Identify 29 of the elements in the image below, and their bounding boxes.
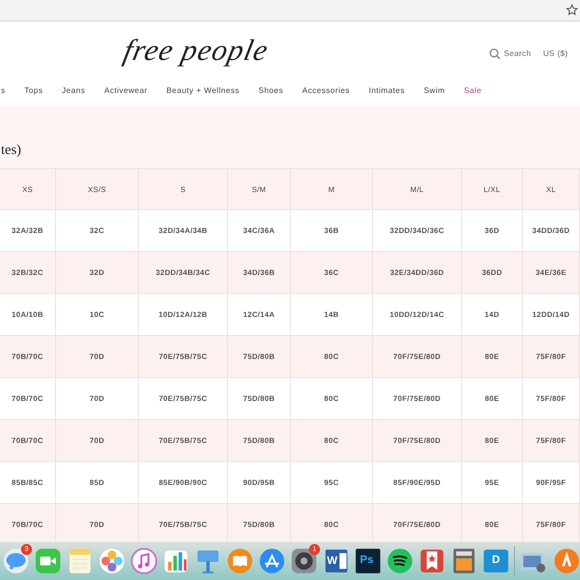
currency-selector[interactable]: US ($) [543, 48, 568, 58]
nav-link[interactable]: Accessories [302, 86, 350, 94]
nav-link[interactable]: Shoes [258, 86, 284, 94]
nav-link[interactable]: Sale [464, 86, 482, 94]
app-label: W [327, 555, 338, 567]
section-heading: tes) [1, 142, 22, 160]
app-store-icon[interactable] [258, 547, 286, 575]
chat-bubble-icon[interactable] [2, 547, 30, 575]
nav-link[interactable]: Activewear [104, 86, 148, 94]
nav-link[interactable]: Beauty + Wellness [166, 86, 240, 94]
nav-link[interactable]: Tops [24, 86, 43, 94]
search-icon [488, 48, 500, 58]
nav-link[interactable]: Swim [424, 86, 445, 94]
star-bookmark-icon[interactable] [418, 547, 446, 575]
book-icon[interactable] [226, 547, 254, 575]
bookmark-star-icon[interactable] [566, 4, 578, 16]
nav-link[interactable]: Intimates [368, 86, 405, 94]
app-label: Ps [360, 554, 374, 566]
flower-icon[interactable] [98, 547, 126, 575]
sound-waves-icon[interactable] [386, 547, 414, 575]
app-tile-icon[interactable] [354, 547, 382, 575]
brand-logo[interactable]: free people [120, 34, 272, 68]
video-camera-icon[interactable] [34, 547, 62, 575]
nav-link[interactable]: Jeans [62, 86, 86, 94]
app-label: D [492, 554, 500, 566]
app-tile-icon[interactable] [482, 547, 510, 575]
music-note-icon[interactable] [130, 547, 158, 575]
search-button[interactable]: Search [488, 48, 532, 58]
nav-link[interactable]: s [1, 86, 6, 94]
